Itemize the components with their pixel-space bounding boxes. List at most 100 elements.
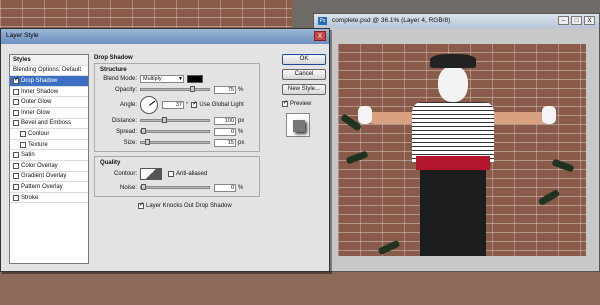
mime-hat-image: [430, 54, 476, 68]
flying-bottle-image: [551, 158, 575, 173]
quality-group: Quality Contour: Anti-aliased Noise: 0 %: [94, 156, 260, 197]
blend-mode-label: Blend Mode:: [103, 75, 137, 82]
pattern-overlay-checkbox[interactable]: [13, 183, 19, 190]
use-global-light-label: Use Global Light: [199, 102, 244, 108]
preview-label: Preview: [290, 101, 312, 107]
new-style-button[interactable]: New Style...: [282, 84, 326, 95]
opacity-input[interactable]: 75: [214, 85, 236, 94]
styles-item-satin[interactable]: Satin: [10, 150, 88, 161]
inner-shadow-checkbox[interactable]: [13, 88, 19, 95]
photoshop-doc-icon: Ps: [318, 17, 327, 25]
styles-item-texture[interactable]: Texture: [10, 140, 88, 151]
satin-checkbox[interactable]: [13, 152, 19, 159]
styles-list[interactable]: Styles Blending Options: Default Drop Sh…: [9, 54, 89, 264]
stroke-checkbox[interactable]: [13, 194, 19, 201]
dialog-close-icon[interactable]: X: [314, 31, 326, 41]
layer-knocks-out-label: Layer Knocks Out Drop Shadow: [146, 202, 232, 209]
spread-input[interactable]: 0: [214, 127, 236, 136]
layer-knocks-out-checkbox[interactable]: [138, 201, 144, 209]
noise-unit: %: [238, 184, 244, 191]
inner-glow-checkbox[interactable]: [13, 109, 19, 116]
document-window[interactable]: Ps complete.psd @ 36.1% (Layer 4, RGB/8)…: [313, 13, 600, 272]
background-brick-strip: [0, 272, 600, 305]
opacity-unit: %: [238, 86, 244, 93]
styles-item-pattern-overlay[interactable]: Pattern Overlay: [10, 182, 88, 193]
use-global-light-checkbox[interactable]: [191, 100, 197, 108]
spread-unit: %: [238, 128, 244, 135]
spread-slider-thumb[interactable]: [141, 128, 146, 134]
angle-input[interactable]: 37: [162, 101, 184, 109]
styles-item-blending-options[interactable]: Blending Options: Default: [10, 66, 88, 77]
shadow-color-swatch[interactable]: [187, 74, 203, 83]
color-overlay-checkbox[interactable]: [13, 162, 19, 169]
anti-aliased-label: Anti-aliased: [176, 171, 208, 177]
styles-item-stroke[interactable]: Stroke: [10, 193, 88, 204]
mime-face-image: [438, 66, 468, 102]
opacity-label: Opacity:: [114, 86, 137, 93]
angle-dial[interactable]: [140, 96, 158, 114]
opacity-slider-thumb[interactable]: [189, 86, 195, 92]
distance-input[interactable]: 100: [214, 116, 236, 125]
distance-slider[interactable]: [140, 117, 210, 123]
dialog-title: Layer Style: [6, 32, 39, 39]
styles-item-gradient-overlay[interactable]: Gradient Overlay: [10, 172, 88, 183]
size-label: Size:: [123, 139, 137, 146]
noise-slider[interactable]: [140, 184, 210, 190]
document-title: complete.psd @ 36.1% (Layer 4, RGB/8): [332, 17, 451, 24]
anti-aliased-checkbox[interactable]: [168, 171, 174, 177]
mime-right-glove-image: [542, 106, 556, 124]
mime-shirt-image: [412, 102, 494, 162]
flying-bottle-image: [537, 188, 561, 207]
size-slider[interactable]: [140, 139, 210, 145]
document-titlebar[interactable]: Ps complete.psd @ 36.1% (Layer 4, RGB/8)…: [314, 14, 599, 28]
noise-label: Noise:: [119, 184, 137, 191]
noise-slider-thumb[interactable]: [141, 184, 146, 190]
blend-mode-select[interactable]: Multiply: [140, 74, 184, 83]
opacity-slider[interactable]: [140, 86, 210, 92]
mime-right-arm-image: [488, 112, 548, 124]
mime-left-glove-image: [358, 106, 372, 124]
layer-style-dialog[interactable]: Layer Style X Styles Blending Options: D…: [0, 28, 330, 272]
size-input[interactable]: 15: [214, 138, 236, 147]
contour-label: Contour:: [113, 171, 137, 177]
maximize-icon[interactable]: □: [571, 16, 582, 25]
styles-item-inner-glow[interactable]: Inner Glow: [10, 108, 88, 119]
drop-shadow-panel: Drop Shadow Structure Blend Mode: Multip…: [94, 55, 260, 265]
minimize-icon[interactable]: –: [558, 16, 569, 25]
size-unit: px: [238, 139, 245, 146]
styles-item-inner-shadow[interactable]: Inner Shadow: [10, 87, 88, 98]
styles-list-header[interactable]: Styles: [10, 55, 88, 66]
distance-slider-thumb[interactable]: [162, 117, 168, 123]
styles-item-drop-shadow[interactable]: Drop Shadow: [10, 76, 88, 87]
spread-label: Spread:: [115, 128, 137, 135]
dialog-titlebar[interactable]: Layer Style X: [1, 29, 329, 44]
styles-item-color-overlay[interactable]: Color Overlay: [10, 161, 88, 172]
angle-degree: °: [186, 102, 189, 108]
mime-pants-image: [420, 170, 486, 256]
document-canvas[interactable]: [338, 44, 586, 256]
angle-label: Angle:: [119, 102, 137, 108]
preview-checkbox[interactable]: [282, 99, 288, 107]
drop-shadow-title: Drop Shadow: [94, 55, 133, 61]
outer-glow-checkbox[interactable]: [13, 99, 19, 106]
close-icon[interactable]: X: [584, 16, 595, 25]
gradient-overlay-checkbox[interactable]: [13, 173, 19, 180]
contour-picker[interactable]: [140, 168, 162, 180]
spread-slider[interactable]: [140, 128, 210, 134]
mime-sash-image: [416, 156, 490, 170]
distance-unit: px: [238, 117, 245, 124]
styles-item-contour[interactable]: Contour: [10, 129, 88, 140]
noise-input[interactable]: 0: [214, 183, 236, 192]
texture-checkbox[interactable]: [20, 141, 26, 148]
structure-group: Structure Blend Mode: Multiply Opacity: …: [94, 63, 260, 152]
cancel-button[interactable]: Cancel: [282, 69, 326, 80]
size-slider-thumb[interactable]: [144, 139, 150, 145]
contour-checkbox[interactable]: [20, 130, 26, 137]
styles-item-outer-glow[interactable]: Outer Glow: [10, 97, 88, 108]
drop-shadow-checkbox[interactable]: [13, 76, 19, 84]
flying-bottle-image: [377, 239, 401, 256]
ok-button[interactable]: OK: [282, 54, 326, 65]
preview-thumbnail: [286, 113, 310, 137]
bevel-emboss-checkbox[interactable]: [13, 120, 19, 127]
styles-item-bevel-emboss[interactable]: Bevel and Emboss: [10, 119, 88, 130]
